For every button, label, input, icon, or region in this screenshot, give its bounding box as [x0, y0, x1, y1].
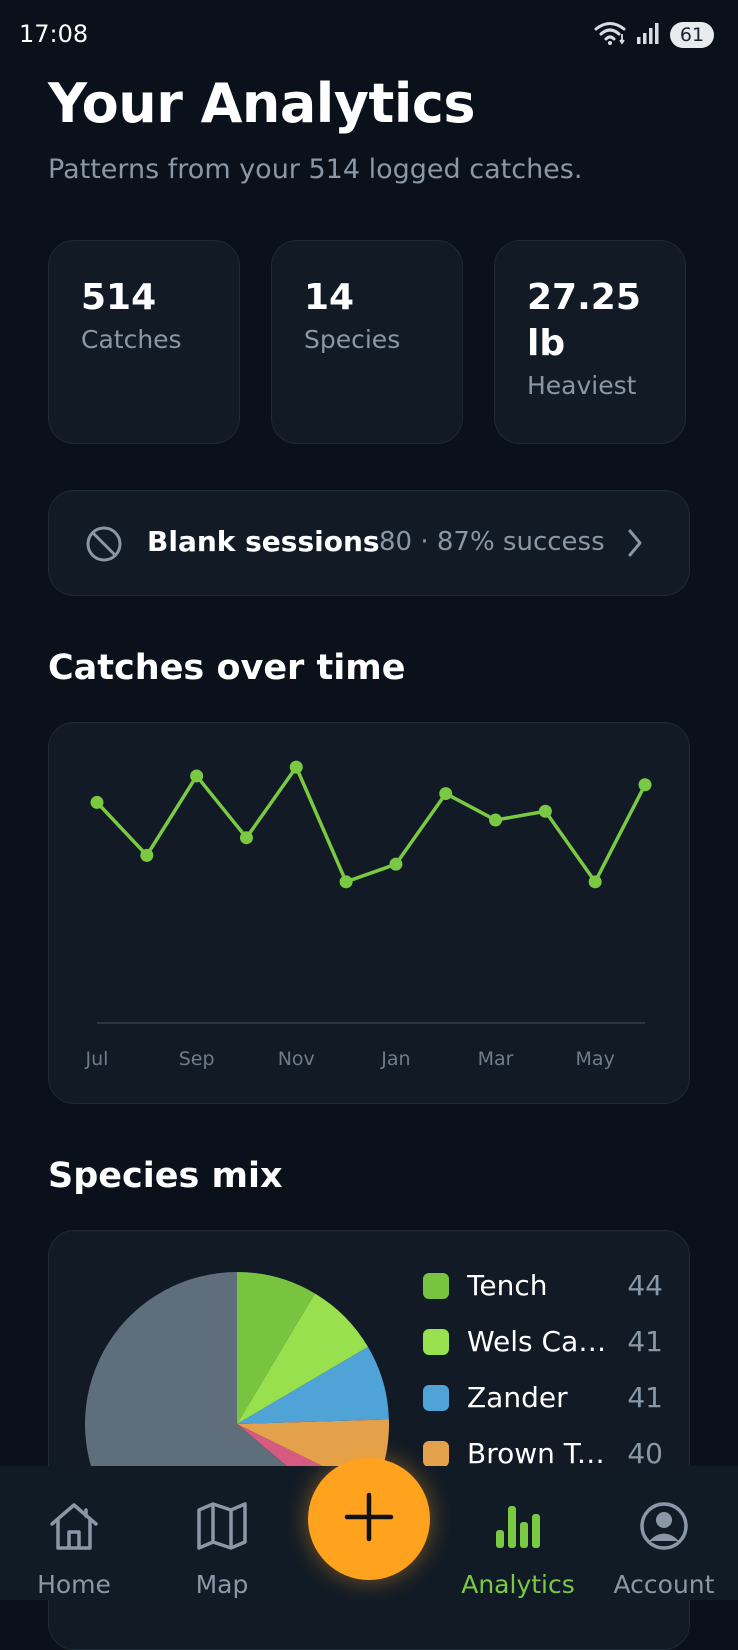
x-tick-label: Mar [478, 1048, 514, 1070]
nav-label: Account [613, 1570, 715, 1599]
account-icon [636, 1500, 692, 1556]
stat-card-heaviest: 27.25 lb Heaviest [494, 240, 686, 444]
signal-icon [636, 21, 662, 49]
data-point-aug [140, 848, 154, 862]
nav-home[interactable]: Home [0, 1466, 148, 1600]
data-point-sep [190, 769, 204, 783]
legend-swatch [423, 1385, 449, 1411]
page-title: Your Analytics [48, 72, 475, 135]
data-point-jun [638, 778, 652, 792]
data-point-jan [389, 857, 403, 871]
map-icon [194, 1500, 250, 1556]
data-point-nov [289, 760, 303, 774]
blank-sessions-row[interactable]: Blank sessions 80 · 87% success [48, 490, 690, 596]
stat-value: 514 [81, 277, 157, 318]
legend-count: 44 [627, 1269, 663, 1302]
x-tick-labels: Jul Sep Nov Jan Mar May [85, 1048, 615, 1070]
nav-map[interactable]: Map [148, 1466, 296, 1600]
data-point-may [588, 875, 602, 889]
stat-label: Species [304, 325, 401, 354]
status-bar: 17:08 61 [0, 0, 738, 70]
home-icon [46, 1500, 102, 1556]
x-tick-label: May [576, 1048, 615, 1070]
catches-line-chart: Jul Sep Nov Jan Mar May [85, 760, 652, 1070]
status-time: 17:08 [19, 20, 89, 48]
wifi-icon [594, 20, 628, 50]
prohibited-icon [85, 525, 123, 567]
legend-count: 41 [627, 1325, 663, 1358]
data-point-mar [489, 813, 503, 827]
data-point-feb [439, 787, 453, 801]
legend-name: Wels Catfish [467, 1325, 607, 1358]
legend-item-tench[interactable]: Tench 44 [423, 1267, 663, 1323]
nav-label: Map [195, 1570, 249, 1599]
x-tick-label: Jul [85, 1048, 109, 1070]
stat-value: 27.25 lb [527, 277, 641, 364]
stat-card-catches: 514 Catches [48, 240, 240, 444]
legend-swatch [423, 1329, 449, 1355]
legend-item-zander[interactable]: Zander 41 [423, 1379, 663, 1435]
x-tick-label: Nov [278, 1048, 315, 1070]
stat-label: Catches [81, 325, 182, 354]
stat-label: Heaviest [527, 371, 637, 400]
x-tick-label: Jan [380, 1048, 410, 1070]
add-catch-button[interactable] [308, 1458, 430, 1580]
stat-card-species: 14 Species [271, 240, 463, 444]
series-line [95, 765, 647, 884]
legend-item-wels-catfish[interactable]: Wels Catfish 41 [423, 1323, 663, 1379]
nav-analytics[interactable]: Analytics [444, 1466, 592, 1600]
stat-value: 14 [304, 277, 355, 318]
catches-section-title: Catches over time [48, 648, 406, 688]
catches-chart-card: Jul Sep Nov Jan Mar May [48, 722, 690, 1104]
legend-swatch [423, 1441, 449, 1467]
battery-indicator: 61 [670, 22, 714, 48]
species-section-title: Species mix [48, 1156, 283, 1196]
status-icons: 61 [594, 20, 714, 50]
legend-swatch [423, 1273, 449, 1299]
data-point-jul [90, 795, 104, 809]
bar-chart-icon [490, 1500, 546, 1556]
page-subtitle: Patterns from your 514 logged catches. [48, 154, 583, 185]
species-legend: Tench 44 Wels Catfish 41 Zander 41 Brown… [423, 1267, 663, 1491]
data-point-oct [239, 831, 253, 845]
chevron-right-icon [625, 527, 645, 563]
nav-label: Home [37, 1570, 111, 1599]
plus-icon [343, 1491, 395, 1547]
blank-sessions-value: 80 · 87% success [379, 527, 605, 557]
data-point-apr [538, 804, 552, 818]
blank-sessions-label: Blank sessions [147, 525, 380, 558]
nav-label: Analytics [461, 1570, 575, 1599]
series-points [90, 760, 652, 889]
x-tick-label: Sep [179, 1048, 215, 1070]
legend-name: Zander [467, 1381, 568, 1414]
legend-name: Tench [467, 1269, 548, 1302]
data-point-dec [339, 875, 353, 889]
legend-count: 41 [627, 1381, 663, 1414]
nav-account[interactable]: Account [590, 1466, 738, 1600]
